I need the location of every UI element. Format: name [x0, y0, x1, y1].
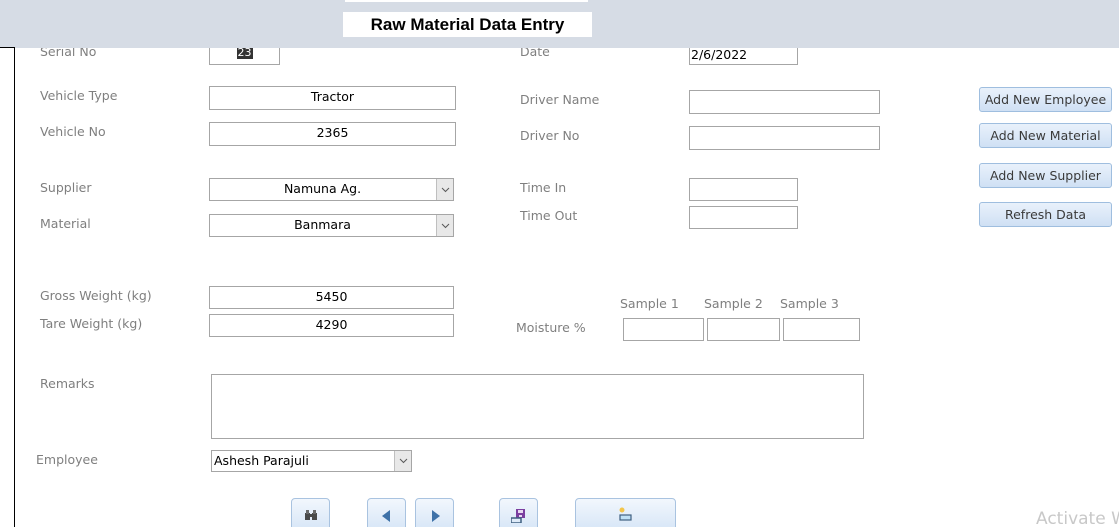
- add-new-employee-button[interactable]: Add New Employee: [979, 87, 1112, 112]
- vehicle-type-label: Vehicle Type: [40, 88, 118, 103]
- time-in-field[interactable]: [689, 178, 798, 201]
- new-record-icon: [619, 507, 632, 521]
- moisture-sample-1-field[interactable]: [623, 318, 704, 341]
- moisture-sample-3-field[interactable]: [783, 318, 860, 341]
- moisture-label: Moisture %: [516, 320, 586, 335]
- chevron-down-icon: [399, 458, 407, 464]
- new-record-button[interactable]: [575, 498, 676, 527]
- supplier-combobox[interactable]: Namuna Ag.: [209, 178, 454, 201]
- remarks-label: Remarks: [40, 376, 95, 391]
- section-border-top: [0, 47, 15, 48]
- sample-3-label: Sample 3: [780, 296, 839, 311]
- binoculars-icon: [305, 510, 317, 520]
- supplier-value: Namuna Ag.: [283, 181, 362, 196]
- form-header: Raw Material Data Entry: [0, 0, 1119, 48]
- supplier-dropdown-button[interactable]: [436, 179, 453, 200]
- material-label: Material: [40, 216, 91, 231]
- next-record-button[interactable]: [415, 498, 454, 527]
- time-out-label: Time Out: [520, 208, 578, 223]
- vehicle-no-label: Vehicle No: [40, 124, 106, 139]
- material-combobox[interactable]: Banmara: [209, 214, 454, 237]
- chevron-down-icon: [441, 223, 449, 228]
- tare-weight-field[interactable]: 4290: [209, 314, 454, 337]
- activate-windows-watermark: Activate W: [1036, 509, 1119, 527]
- sample-2-label: Sample 2: [704, 296, 763, 311]
- header-decoration: [345, 0, 588, 2]
- gross-weight-field[interactable]: 5450: [209, 286, 454, 309]
- employee-value: Ashesh Parajuli: [214, 453, 309, 468]
- remarks-field[interactable]: [211, 374, 864, 439]
- save-record-button[interactable]: [499, 498, 538, 527]
- driver-name-label: Driver Name: [520, 92, 600, 107]
- section-border-left: [14, 48, 15, 527]
- vehicle-type-field[interactable]: Tractor: [209, 86, 456, 110]
- arrow-left-icon: [382, 510, 390, 522]
- material-value: Banmara: [294, 217, 351, 232]
- form-title: Raw Material Data Entry: [343, 12, 592, 37]
- tare-weight-label: Tare Weight (kg): [40, 316, 143, 331]
- employee-label: Employee: [36, 452, 98, 467]
- chevron-down-icon: [441, 187, 449, 192]
- raw-material-form: Raw Material Data Entry Serial No 23 Dat…: [0, 0, 1119, 527]
- material-dropdown-button[interactable]: [436, 215, 453, 236]
- refresh-data-button[interactable]: Refresh Data: [979, 202, 1112, 227]
- sample-1-label: Sample 1: [620, 296, 679, 311]
- add-new-material-button[interactable]: Add New Material: [979, 123, 1112, 148]
- driver-no-label: Driver No: [520, 128, 580, 143]
- gross-weight-label: Gross Weight (kg): [40, 288, 152, 303]
- serial-no-value: 23: [236, 46, 253, 59]
- driver-name-field[interactable]: [689, 90, 880, 114]
- save-icon: [511, 509, 525, 523]
- previous-record-button[interactable]: [367, 498, 406, 527]
- time-in-label: Time In: [520, 180, 567, 195]
- driver-no-field[interactable]: [689, 126, 880, 150]
- find-record-button[interactable]: [291, 498, 330, 527]
- moisture-sample-2-field[interactable]: [707, 318, 780, 341]
- supplier-label: Supplier: [40, 180, 92, 195]
- time-out-field[interactable]: [689, 206, 798, 229]
- arrow-right-icon: [432, 510, 440, 522]
- employee-combobox[interactable]: Ashesh Parajuli: [211, 450, 412, 472]
- add-new-supplier-button[interactable]: Add New Supplier: [979, 163, 1112, 188]
- vehicle-no-field[interactable]: 2365: [209, 122, 456, 146]
- employee-dropdown-button[interactable]: [394, 451, 411, 471]
